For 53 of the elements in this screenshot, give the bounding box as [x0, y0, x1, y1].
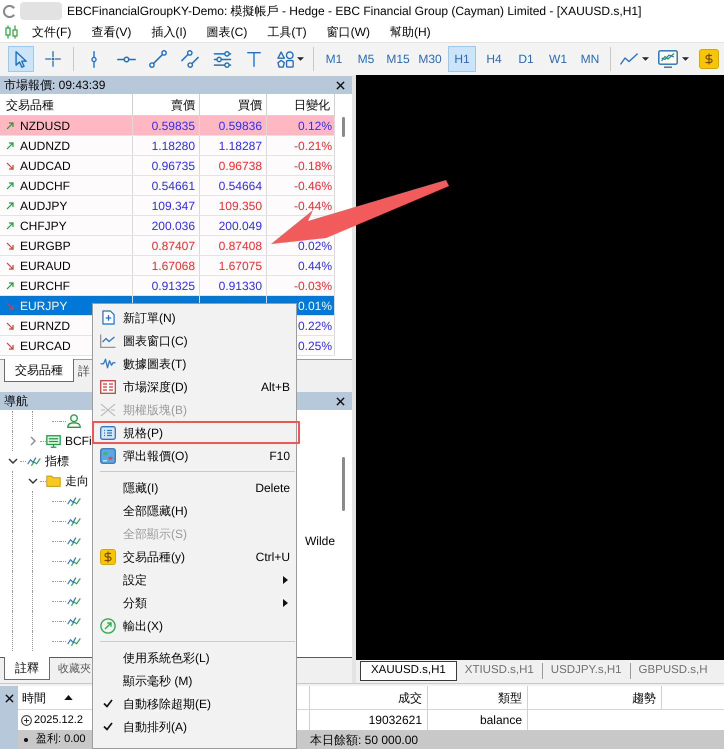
table-cell-text: 1.18287	[218, 138, 262, 154]
table-cell-text: -0.44%	[294, 198, 332, 214]
table-cell-text: 0.22%	[298, 318, 332, 334]
symbol-name: AUDCHF	[20, 178, 70, 194]
table-cell-text: 109.350	[218, 198, 262, 214]
table-cell-text: 0.12%	[298, 118, 332, 134]
symbol-name: CHFJPY	[20, 218, 67, 234]
table-cell-text: 0.44%	[298, 258, 332, 274]
table-cell-text: 2025.12.2	[34, 712, 83, 728]
symbol-name: EURNZD	[20, 318, 70, 334]
table-cell-text: 0.91325	[152, 278, 195, 294]
symbol-name: AUDCAD	[20, 158, 71, 174]
table-cell-text: 200.036	[152, 218, 195, 234]
table-cell-text: 0.54664	[218, 178, 262, 194]
table-cell-text: 19032621	[368, 712, 422, 729]
table-cell-text: 1.67068	[152, 258, 195, 274]
keyboard-shortcut: Alt+B	[260, 378, 290, 396]
panel-title: 市場報價: 09:43:39	[4, 77, 106, 94]
table-cell-text: 0.91330	[218, 278, 262, 294]
table-cell-text: 0.96738	[218, 158, 262, 174]
table-cell-text: -0.03%	[294, 278, 332, 294]
symbol-name: EURAUD	[20, 258, 71, 274]
profit-text: 盈利: 0.00	[36, 732, 86, 748]
table-cell-text: 0.87408	[218, 238, 262, 254]
table-cell-text: balance	[480, 712, 522, 729]
table-cell-text: 109.347	[152, 198, 195, 214]
symbol-name: EURJPY	[20, 298, 68, 314]
table-cell-text: 0.01%	[298, 298, 332, 314]
table-cell-text: 0.54661	[152, 178, 195, 194]
symbol-name: EURCAD	[20, 338, 71, 354]
symbol-name: AUDNZD	[20, 138, 70, 154]
balance-text: 本日餘額: 50 000.00	[310, 732, 418, 748]
panel-title: 導航	[4, 393, 28, 410]
keyboard-shortcut: F10	[269, 448, 290, 464]
table-cell-text: 0.59835	[152, 118, 195, 134]
symbol-name: EURGBP	[20, 238, 71, 254]
symbol-name: AUDJPY	[20, 198, 68, 214]
table-cell-text: 1.67075	[218, 258, 262, 274]
table-cell-text: 200.049	[218, 218, 262, 234]
table-cell-text: 0.59836	[218, 118, 262, 134]
keyboard-shortcut: Delete	[255, 480, 290, 496]
symbol-name: NZDUSD	[20, 118, 70, 134]
table-cell-text: 0.02%	[298, 238, 332, 254]
table-cell-text: 0.87407	[152, 238, 195, 254]
window-title: EBCFinancialGroupKY-Demo: 模擬帳戶 - Hedge - EBC Financial Group (Cayman) Limited - [XAUUSD.s,H1]	[67, 3, 642, 20]
table-cell-text: -0.21%	[294, 138, 332, 154]
table-cell-text: 1.18280	[152, 138, 195, 154]
symbol-name: EURCHF	[20, 278, 70, 294]
table-cell-text: 0.25%	[298, 338, 332, 354]
keyboard-shortcut: Ctrl+U	[256, 548, 290, 566]
table-cell-text: -0.46%	[294, 178, 332, 194]
table-cell-text: 0.96735	[152, 158, 195, 174]
table-cell-text: -0.18%	[294, 158, 332, 174]
